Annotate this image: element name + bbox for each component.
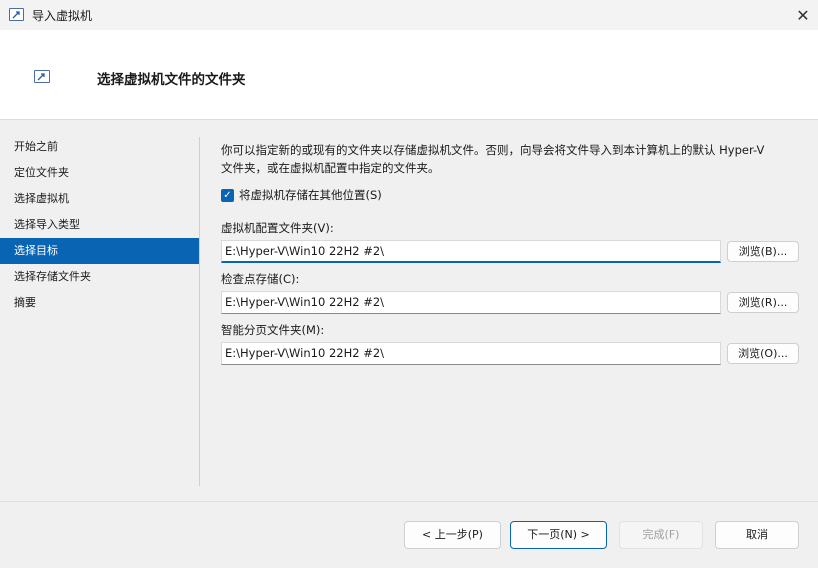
wizard-header: 选择虚拟机文件的文件夹 (0, 30, 818, 120)
smart-paging-folder-label: 智能分页文件夹(M): (221, 323, 325, 337)
window-title: 导入虚拟机 (32, 9, 93, 23)
title-bar: 导入虚拟机 ✕ (0, 0, 818, 30)
hyper-v-import-icon (9, 8, 24, 21)
store-elsewhere-label: 将虚拟机存储在其他位置(S) (239, 188, 382, 202)
description: 你可以指定新的或现有的文件夹以存储虚拟机文件。否则，向导会将文件导入到本计算机上… (221, 141, 801, 177)
checkpoint-store-label: 检查点存储(C): (221, 272, 300, 286)
step-locate-folder[interactable]: 定位文件夹 (0, 160, 199, 186)
next-button[interactable]: 下一页(N) > (510, 521, 607, 549)
step-summary[interactable]: 摘要 (0, 290, 199, 316)
browse-checkpoint-button[interactable]: 浏览(R)... (727, 292, 799, 313)
step-select-vm[interactable]: 选择虚拟机 (0, 186, 199, 212)
finish-button[interactable]: 完成(F) (619, 521, 703, 549)
close-button[interactable]: ✕ (788, 0, 818, 30)
vm-config-folder-input[interactable]: E:\Hyper-V\Win10 22H2 #2\ (221, 240, 721, 263)
cancel-button[interactable]: 取消 (715, 521, 799, 549)
vm-config-folder-label: 虚拟机配置文件夹(V): (221, 221, 334, 235)
store-elsewhere-option[interactable]: ✓ 将虚拟机存储在其他位置(S) (221, 187, 382, 203)
sidebar-divider (199, 137, 200, 486)
wizard-steps: 开始之前 定位文件夹 选择虚拟机 选择导入类型 选择目标 选择存储文件夹 摘要 (0, 134, 199, 316)
hyper-v-import-icon (34, 70, 50, 83)
step-import-type[interactable]: 选择导入类型 (0, 212, 199, 238)
previous-button[interactable]: < 上一步(P) (404, 521, 501, 549)
browse-config-button[interactable]: 浏览(B)... (727, 241, 799, 262)
page-title: 选择虚拟机文件的文件夹 (97, 72, 246, 88)
step-storage-folders[interactable]: 选择存储文件夹 (0, 264, 199, 290)
step-choose-destination[interactable]: 选择目标 (0, 238, 199, 264)
description-line: 文件夹，或在虚拟机配置中指定的文件夹。 (221, 161, 440, 175)
checkpoint-store-input[interactable]: E:\Hyper-V\Win10 22H2 #2\ (221, 291, 721, 314)
smart-paging-folder-input[interactable]: E:\Hyper-V\Win10 22H2 #2\ (221, 342, 721, 365)
footer-divider (0, 501, 818, 502)
store-elsewhere-checkbox[interactable]: ✓ (221, 188, 234, 202)
step-before-you-begin[interactable]: 开始之前 (0, 134, 199, 160)
browse-smart-paging-button[interactable]: 浏览(O)... (727, 343, 799, 364)
main-content: 你可以指定新的或现有的文件夹以存储虚拟机文件。否则，向导会将文件导入到本计算机上… (221, 141, 801, 365)
description-line: 你可以指定新的或现有的文件夹以存储虚拟机文件。否则，向导会将文件导入到本计算机上… (221, 143, 765, 157)
